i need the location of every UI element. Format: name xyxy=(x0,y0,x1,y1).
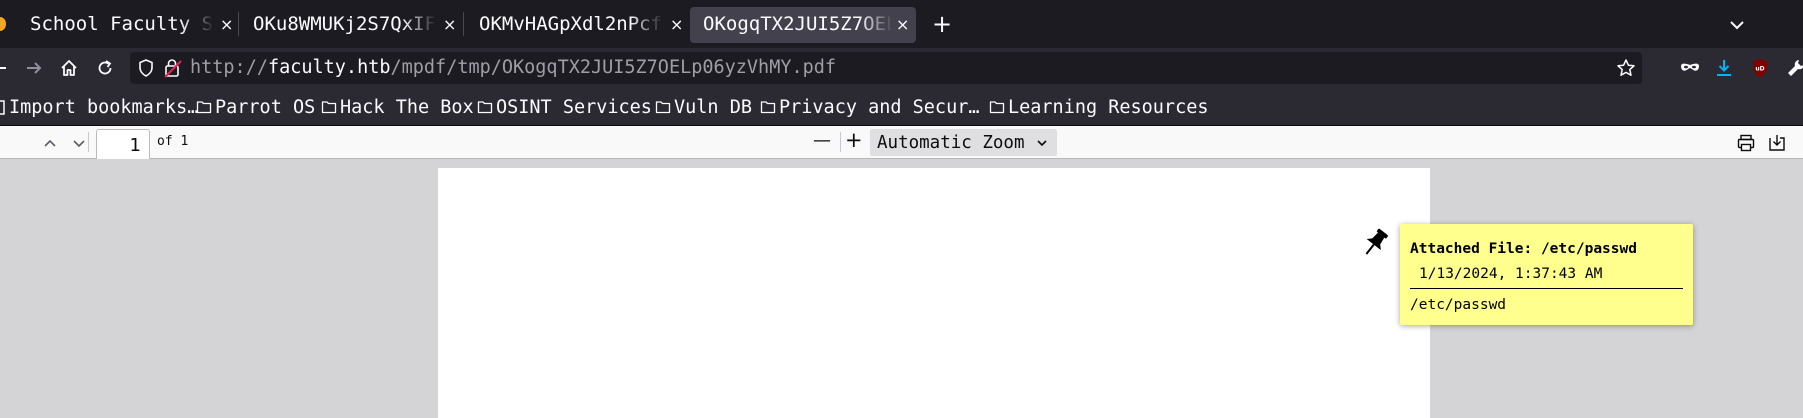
tab-separator xyxy=(463,12,464,36)
url-text[interactable]: http://faculty.htb/mpdf/tmp/OKogqTX2JUI5… xyxy=(190,57,836,78)
tab-pdf-active[interactable]: OKogqTX2JUI5Z7OELp06yzVhMY.pdf × xyxy=(690,0,916,48)
reload-icon xyxy=(98,60,112,75)
reload-button[interactable] xyxy=(91,54,119,82)
insecure-lock-icon[interactable] xyxy=(162,57,184,79)
tracking-protection-shield-icon[interactable] xyxy=(136,58,156,78)
folder-icon xyxy=(321,101,337,114)
annotation-date: 1/13/2024, 1:37:43 AM xyxy=(1419,266,1603,282)
bookmark-label: Import bookmarks… xyxy=(9,96,199,118)
navigation-toolbar: http://faculty.htb/mpdf/tmp/OKogqTX2JUI5… xyxy=(0,48,1803,88)
folder-icon xyxy=(989,101,1005,114)
folder-icon xyxy=(477,101,493,114)
zoom-select[interactable]: Automatic Zoom xyxy=(870,129,1057,156)
page-count-label: of 1 xyxy=(157,134,189,149)
close-icon[interactable]: × xyxy=(220,15,233,34)
bookmark-import[interactable]: Import bookmarks… xyxy=(0,94,198,120)
url-host: faculty.htb xyxy=(267,57,391,78)
bookmark-label: Hack The Box xyxy=(340,96,474,118)
import-icon xyxy=(0,100,5,115)
tab-pdf-1[interactable]: OKu8WMUKj2S7QxIF94mPfXGDGjxg.pdf × xyxy=(240,0,462,48)
bookmark-star-icon[interactable] xyxy=(1616,58,1636,78)
tab-title: OKogqTX2JUI5Z7OELp06yzVhMY.pdf xyxy=(703,13,893,35)
bookmark-folder-parrot-os[interactable]: Parrot OS xyxy=(196,94,315,120)
bookmark-folder-learning-resources[interactable]: Learning Resources xyxy=(989,94,1208,120)
pdf-viewer-toolbar: of 1 — + Automatic Zoom xyxy=(0,126,1803,161)
chevron-down-icon xyxy=(1037,140,1047,147)
bookmark-folder-privacy-and-security[interactable]: Privacy and Secur… xyxy=(760,94,979,120)
new-tab-button[interactable]: + xyxy=(928,10,956,38)
annotation-popup: Attached File: /etc/passwd 1/13/2024, 1:… xyxy=(1400,224,1693,325)
chevron-down-icon xyxy=(1730,21,1744,30)
zoom-out-button[interactable]: — xyxy=(813,130,831,151)
back-arrow-icon xyxy=(0,67,6,69)
wrench-icon xyxy=(1788,60,1803,76)
list-all-tabs-button[interactable] xyxy=(1724,12,1750,38)
annotation-body: /etc/passwd xyxy=(1410,297,1507,313)
folder-icon xyxy=(760,101,776,114)
tab-separator xyxy=(238,12,239,36)
home-button[interactable] xyxy=(55,54,83,82)
toolbar-separator xyxy=(840,132,841,152)
bookmarks-toolbar: Import bookmarks… Parrot OS Hack The Box… xyxy=(0,88,1803,126)
previous-page-button[interactable] xyxy=(40,133,60,153)
bookmark-folder-vuln-db[interactable]: Vuln DB xyxy=(655,94,752,120)
bookmark-folder-osint-services[interactable]: OSINT Services xyxy=(477,94,652,120)
pushpin-icon[interactable] xyxy=(1358,226,1392,260)
pdf-page xyxy=(438,168,1430,418)
tools-button[interactable] xyxy=(1782,54,1803,82)
url-scheme: http:// xyxy=(190,57,268,78)
annotation-divider xyxy=(1410,288,1683,289)
zoom-select-value: Automatic Zoom xyxy=(877,132,1025,153)
zoom-in-button[interactable]: + xyxy=(845,128,863,152)
save-icon[interactable] xyxy=(1767,133,1787,153)
tab-title: OKMvHAGpXdl2nPcfCOQqLpSgLvyqx.pdf xyxy=(479,13,663,35)
next-page-button[interactable] xyxy=(69,133,89,153)
bookmark-folder-hack-the-box[interactable]: Hack The Box xyxy=(321,94,474,120)
tab-pdf-2[interactable]: OKMvHAGpXdl2nPcfCOQqLpSgLvyqx.pdf × xyxy=(465,0,687,48)
forward-arrow-icon xyxy=(27,62,42,74)
downloads-button[interactable] xyxy=(1710,54,1738,82)
tab-favicon xyxy=(0,17,6,31)
ublock-shield-icon: uD xyxy=(1753,59,1767,77)
folder-icon xyxy=(196,101,212,114)
svg-text:uD: uD xyxy=(1755,66,1764,73)
tab-title: School Faculty Scheduler System xyxy=(30,13,214,35)
annotation-title: Attached File: /etc/passwd xyxy=(1410,241,1637,257)
tab-title: OKu8WMUKj2S7QxIF94mPfXGDGjxg.pdf xyxy=(253,13,436,35)
bookmark-label: OSINT Services xyxy=(496,96,652,118)
bookmark-label: Vuln DB xyxy=(674,96,752,118)
close-icon[interactable]: × xyxy=(896,15,909,34)
tab-strip: School Faculty Scheduler System × OKu8WM… xyxy=(0,0,1803,48)
download-icon xyxy=(1717,60,1731,76)
mask-icon xyxy=(1681,63,1699,71)
close-icon[interactable]: × xyxy=(670,15,683,34)
private-browsing-button[interactable] xyxy=(1676,54,1704,82)
folder-icon xyxy=(655,101,671,114)
bookmark-label: Parrot OS xyxy=(215,96,316,118)
print-icon[interactable] xyxy=(1736,133,1756,153)
bookmark-label: Learning Resources xyxy=(1008,96,1209,118)
url-path: /mpdf/tmp/OKogqTX2JUI5Z7OELp06yzVhMY.pdf xyxy=(390,57,837,78)
forward-button[interactable] xyxy=(20,54,48,82)
page-number-input[interactable] xyxy=(96,129,150,161)
close-icon[interactable]: × xyxy=(443,15,456,34)
home-icon xyxy=(61,60,77,76)
ublock-origin-button[interactable]: uD xyxy=(1746,54,1774,82)
tab-school-faculty[interactable]: School Faculty Scheduler System × xyxy=(14,0,238,48)
back-button[interactable] xyxy=(0,54,14,82)
bookmark-label: Privacy and Secur… xyxy=(779,96,980,118)
url-bar[interactable]: http://faculty.htb/mpdf/tmp/OKogqTX2JUI5… xyxy=(130,52,1642,84)
toolbar-separator xyxy=(88,132,89,152)
